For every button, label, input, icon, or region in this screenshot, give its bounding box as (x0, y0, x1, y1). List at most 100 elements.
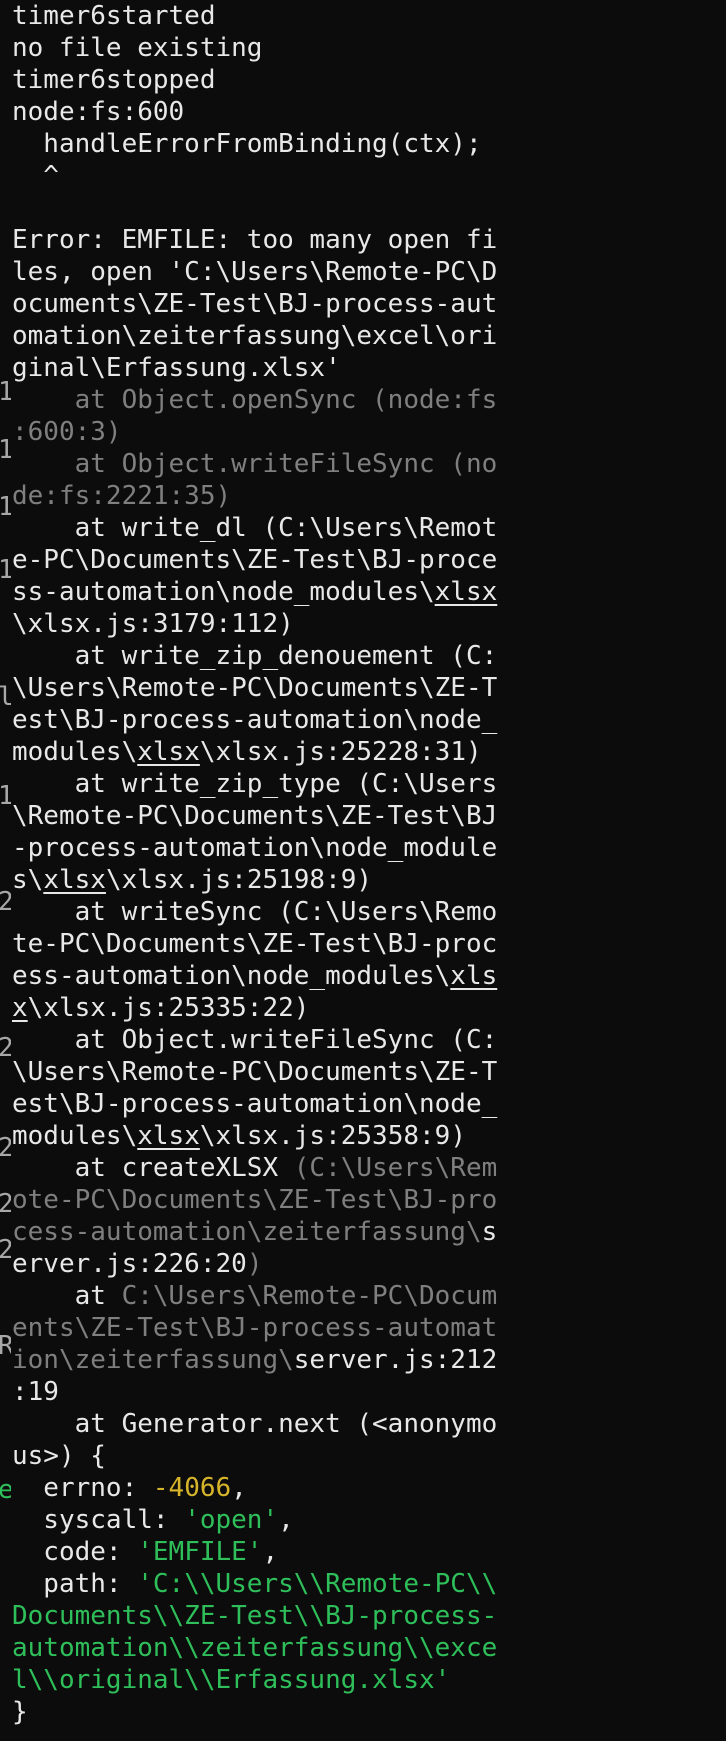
stack-frame-line: de:fs:2221:35) (12, 481, 232, 511)
property-key: errno: (12, 1473, 153, 1503)
module-link[interactable]: xls (450, 961, 497, 991)
stack-frame-line: :19 (12, 1377, 59, 1407)
gutter-glyph: 2 (0, 1189, 11, 1219)
stack-frame-line: ess-automation\node_modules\xls (12, 960, 726, 992)
error-message-line: ginal\Erfassung.xlsx' (12, 353, 341, 383)
stack-frame-line: :600:3) (12, 417, 122, 447)
output-line: ^ (12, 161, 59, 191)
stack-frame-line: cess-automation\zeiterfassung\s (12, 1216, 726, 1248)
stack-frame-line: ion\zeiterfassung\server.js:212 (12, 1344, 726, 1376)
path-segment: ss-automation\node_modules\ (12, 577, 435, 607)
stack-frame-line: s\xlsx\xlsx.js:25198:9) (12, 864, 726, 896)
error-message-line: ocuments\ZE-Test\BJ-process-aut (12, 289, 498, 319)
gutter-glyph: 2 (0, 1033, 11, 1063)
stack-frame-line: \Users\Remote-PC\Documents\ZE-T (12, 673, 498, 703)
module-link[interactable]: xlsx (137, 737, 200, 767)
gutter-glyph: l (0, 682, 11, 712)
property-value: 'C:\\Users\\Remote-PC\\ (137, 1569, 498, 1599)
stack-frame-line: erver.js:226:20) (12, 1248, 726, 1280)
stack-frame-line: -process-automation\node_module (12, 833, 498, 863)
stack-frame-line: us>) { (12, 1441, 106, 1471)
error-property-path-continued: Documents\\ZE-Test\\BJ-process- (12, 1601, 498, 1631)
error-property-path-continued: l\\original\\Erfassung.xlsx' (12, 1665, 451, 1695)
error-property-path-continued: automation\\zeiterfassung\\exce (12, 1633, 498, 1663)
error-property-path: path: 'C:\\Users\\Remote-PC\\ (12, 1568, 726, 1600)
path-segment: C:\Users\Remote-PC\Docum (121, 1281, 498, 1311)
stack-frame-line: \Users\Remote-PC\Documents\ZE-T (12, 1057, 498, 1087)
closing-brace: } (12, 1697, 28, 1727)
gutter-glyph: 1 (0, 492, 11, 522)
path-segment: (C:\Users\Rem (293, 1153, 498, 1183)
error-message-line: Error: EMFILE: too many open fi (12, 225, 498, 255)
gutter-glyph: 2 (0, 1235, 11, 1265)
property-key: path: (12, 1569, 138, 1599)
path-segment: \xlsx.js:25358:9) (199, 1121, 466, 1151)
punctuation: , (278, 1505, 294, 1535)
stack-frame-line: at write_zip_denouement (C: (12, 641, 498, 671)
punctuation: , (231, 1473, 247, 1503)
punctuation: , (262, 1537, 279, 1567)
gutter-glyph: 2 (0, 887, 11, 917)
stack-frame-line: at write_zip_type (C:\Users (12, 769, 498, 799)
module-link[interactable]: xlsx (137, 1121, 200, 1151)
stack-frame-line: at writeSync (C:\Users\Remo (12, 897, 498, 927)
terminal-window[interactable]: 1 1 1 1 l 1 2 2 2 2 2 R e timer6started … (0, 0, 726, 1741)
path-segment: cess-automation\zeiterfassung\ (12, 1217, 482, 1247)
path-segment: \xlsx.js:25228:31) (199, 737, 482, 767)
stack-frame-line: ss-automation\node_modules\xlsx (12, 576, 726, 608)
stack-frame-line: x\xlsx.js:25335:22) (12, 992, 726, 1024)
gutter-glyph: 1 (0, 781, 11, 811)
gutter-glyph: 2 (0, 1133, 11, 1163)
stack-frame-line: te-PC\Documents\ZE-Test\BJ-proc (12, 929, 498, 959)
output-line: timer6started (12, 1, 216, 31)
stack-frame-line: modules\xlsx\xlsx.js:25228:31) (12, 736, 726, 768)
stack-frame-line: at Generator.next (<anonymo (12, 1409, 498, 1439)
stack-frame-line: at createXLSX (C:\Users\Rem (12, 1152, 726, 1184)
stack-frame-line: e-PC\Documents\ZE-Test\BJ-proce (12, 545, 498, 575)
module-link[interactable]: xlsx (435, 577, 498, 607)
gutter-glyph: e (0, 1475, 11, 1505)
stack-frame-line: modules\xlsx\xlsx.js:25358:9) (12, 1120, 726, 1152)
stack-frame-line: ote-PC\Documents\ZE-Test\BJ-pro (12, 1185, 498, 1215)
path-segment: modules\ (12, 737, 138, 767)
stack-frame-line: \Remote-PC\Documents\ZE-Test\BJ (12, 801, 498, 831)
gutter-glyph: 1 (0, 435, 11, 465)
left-pane-edge: 1 1 1 1 l 1 2 2 2 2 2 R e (0, 0, 11, 1741)
path-segment: ion\zeiterfassung\ (12, 1345, 294, 1375)
path-segment: ess-automation\node_modules\ (12, 961, 451, 991)
stack-frame-line: est\BJ-process-automation\node_ (12, 705, 498, 735)
gutter-glyph: 1 (0, 377, 11, 407)
output-line: timer6stopped (12, 65, 216, 95)
error-message-line: les, open 'C:\Users\Remote-PC\D (12, 257, 498, 287)
output-line: no file existing (12, 33, 263, 63)
stack-frame-line: at write_dl (C:\Users\Remot (12, 513, 498, 543)
stack-frame-line: at Object.writeFileSync (no (12, 449, 498, 479)
stack-frame-line: at Object.openSync (node:fs (12, 385, 498, 415)
path-segment: ) (246, 1249, 263, 1279)
stack-frame-line: \xlsx.js:3179:112) (12, 609, 294, 639)
path-segment: s\ (12, 865, 44, 895)
frame-name: at (12, 1281, 122, 1311)
module-link[interactable]: xlsx (43, 865, 106, 895)
file-name: server.js:212 (293, 1345, 498, 1375)
file-name: s (481, 1217, 498, 1247)
path-segment: modules\ (12, 1121, 138, 1151)
property-value: 'open' (184, 1505, 279, 1535)
error-property-code: code: 'EMFILE', (12, 1536, 726, 1568)
gutter-glyph: R (0, 1331, 11, 1361)
property-key: syscall: (12, 1505, 185, 1535)
property-value: 'EMFILE' (137, 1537, 263, 1567)
property-key: code: (12, 1537, 138, 1567)
output-line: node:fs:600 (12, 97, 185, 127)
error-property-syscall: syscall: 'open', (12, 1504, 726, 1536)
output-line: handleErrorFromBinding(ctx); (12, 129, 482, 159)
stack-frame-line: est\BJ-process-automation\node_ (12, 1089, 498, 1119)
error-property-errno: errno: -4066, (12, 1472, 726, 1504)
stack-frame-line: at Object.writeFileSync (C: (12, 1025, 498, 1055)
frame-name: at createXLSX (12, 1153, 294, 1183)
module-link[interactable]: x (12, 993, 28, 1023)
path-segment: \xlsx.js:25335:22) (27, 993, 310, 1023)
stack-frame-line: at C:\Users\Remote-PC\Docum (12, 1280, 726, 1312)
property-value: -4066 (152, 1473, 232, 1503)
